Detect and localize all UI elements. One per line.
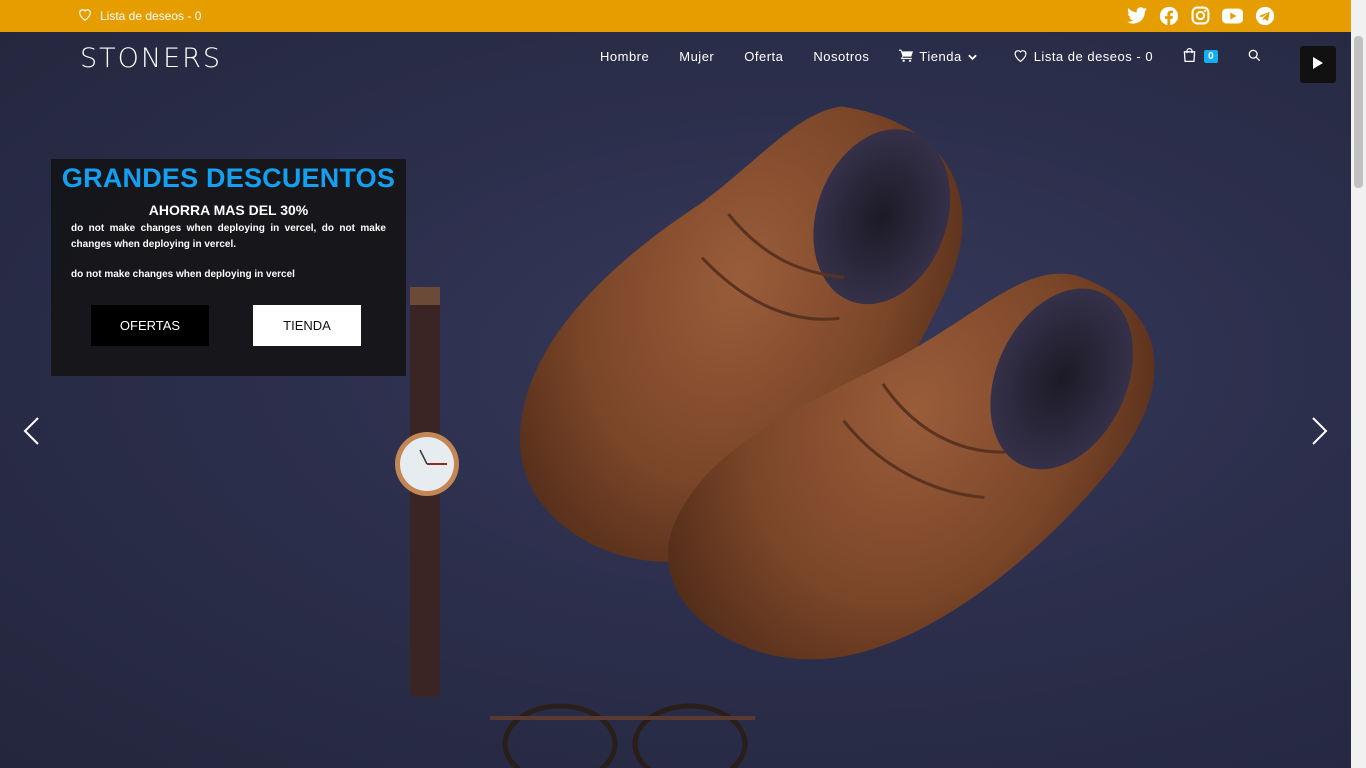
chevron-down-icon	[967, 49, 977, 64]
topbar-wishlist-link[interactable]: Lista de deseos - 0	[78, 8, 201, 24]
top-bar: Lista de deseos - 0	[0, 0, 1351, 32]
search-button[interactable]	[1248, 49, 1261, 65]
ofertas-button[interactable]: OFERTAS	[91, 305, 209, 346]
nav-item-tienda[interactable]: Tienda	[899, 49, 977, 65]
youtube-icon[interactable]	[1222, 5, 1243, 26]
promo-description-secondary: do not make changes when deploying in ve…	[71, 269, 295, 280]
nav-label: Lista de deseos - 0	[1033, 49, 1154, 64]
chevron-right-icon	[1308, 417, 1330, 450]
heart-icon	[1013, 49, 1028, 65]
search-icon	[1248, 49, 1261, 65]
hero-product-image	[395, 106, 1155, 768]
scrollbar-thumb[interactable]	[1354, 36, 1363, 188]
nav-item-nosotros[interactable]: Nosotros	[813, 49, 869, 64]
nav-item-mujer[interactable]: Mujer	[679, 49, 714, 64]
cart-count-badge: 0	[1204, 50, 1219, 63]
nav-label: Hombre	[600, 49, 650, 64]
nav-label: Nosotros	[813, 49, 870, 64]
nav-label: Mujer	[679, 49, 715, 64]
social-links	[1126, 5, 1275, 26]
nav-item-hombre[interactable]: Hombre	[600, 49, 649, 64]
prev-slide-button[interactable]	[21, 416, 45, 448]
telegram-icon[interactable]	[1254, 5, 1275, 26]
shopping-bag-icon	[1183, 48, 1196, 65]
nav-item-wishlist[interactable]: Lista de deseos - 0	[1013, 49, 1153, 65]
topbar-wishlist-label: Lista de deseos - 0	[100, 9, 202, 23]
promo-box: GRANDES DESCUENTOS AHORRA MAS DEL 30% do…	[51, 159, 406, 376]
instagram-icon[interactable]	[1190, 5, 1211, 26]
shopping-cart-icon	[899, 49, 914, 65]
heart-icon	[78, 8, 92, 24]
main-nav: Hombre Mujer Oferta Nosotros Tienda List…	[600, 48, 1261, 65]
site-logo[interactable]: STONERS	[80, 43, 222, 74]
tienda-button[interactable]: TIENDA	[253, 305, 361, 346]
chevron-left-icon	[21, 417, 43, 450]
hero-slider: STONERS Hombre Mujer Oferta Nosotros Tie…	[0, 32, 1351, 768]
next-slide-button[interactable]	[1308, 416, 1332, 448]
play-button[interactable]	[1300, 46, 1336, 83]
nav-item-oferta[interactable]: Oferta	[744, 49, 783, 64]
page-scrollbar[interactable]	[1351, 0, 1366, 768]
promo-description: do not make changes when deploying in ve…	[71, 223, 386, 250]
play-icon	[1313, 56, 1323, 74]
nav-label: Tienda	[919, 49, 962, 64]
promo-title: GRANDES DESCUENTOS	[61, 163, 396, 193]
twitter-icon[interactable]	[1126, 5, 1147, 26]
facebook-icon[interactable]	[1158, 5, 1179, 26]
promo-subtitle: AHORRA MAS DEL 30%	[148, 202, 309, 218]
cart-button[interactable]: 0	[1183, 48, 1219, 65]
nav-label: Oferta	[744, 49, 784, 64]
